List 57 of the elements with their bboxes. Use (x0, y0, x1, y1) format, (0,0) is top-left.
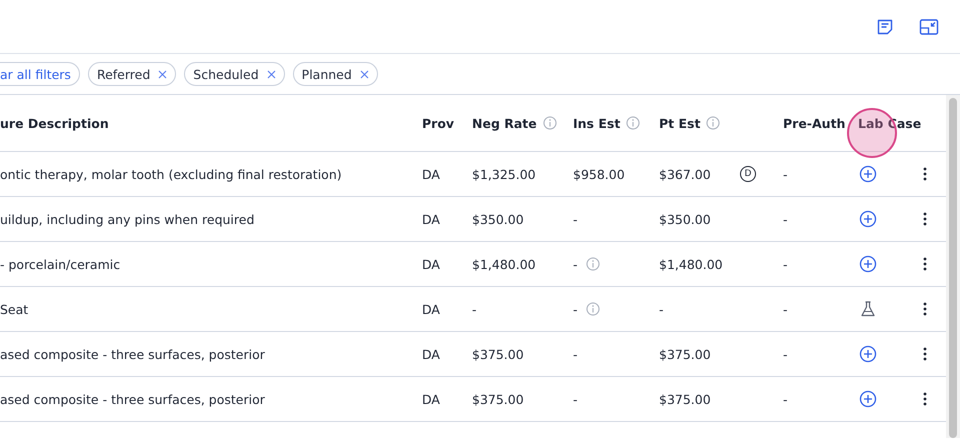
table-cell-text: DA (422, 212, 441, 226)
table-cell-text: DA (422, 346, 441, 362)
filter-chip[interactable]: Referred (88, 62, 176, 86)
table-cell-text: DA (422, 166, 441, 182)
close-icon (158, 70, 168, 78)
table-cell: - (573, 256, 659, 272)
add-icon[interactable] (859, 345, 877, 363)
table-cell-text: ased composite - three surfaces, posterior (0, 346, 266, 362)
column-header: ure Description (0, 116, 110, 130)
table-cell-text: $375.00 (659, 392, 712, 406)
table-cell-text: - (783, 212, 789, 226)
table-cell-text: ontic therapy, molar tooth (excluding final restoration) (0, 166, 343, 182)
table-cell-text: DA (422, 302, 441, 316)
table-cell-text: - (573, 212, 579, 226)
table-cell-text: ased composite - three surfaces, posterior (0, 392, 266, 406)
table-cell: - (573, 302, 659, 316)
table-cell-text: - (472, 302, 478, 316)
add-icon[interactable] (859, 210, 877, 228)
column-header: Ins Est (573, 116, 659, 130)
table-cell-text: $350.00 (659, 212, 712, 226)
clear-filters-button[interactable]: ar all filters (0, 62, 80, 86)
scrollbar[interactable] (946, 95, 960, 438)
table-cell-text: DA (422, 392, 441, 406)
table-cell-text: $1,325.00 (472, 166, 537, 182)
flask-icon[interactable] (859, 300, 877, 318)
filter-chip[interactable]: Planned (292, 62, 378, 86)
table-cell-text: $375.00 (472, 392, 525, 406)
table-cell-text: $375.00 (659, 346, 712, 362)
table-cell-text: - (659, 302, 665, 316)
table-cell-text: - (573, 392, 579, 406)
column-header: Pre-Auth (783, 116, 846, 130)
table-cell-text: - (783, 302, 789, 316)
close-icon (266, 70, 276, 78)
table-cell-text: uildup, including any pins when required (0, 212, 256, 226)
table-cell-text: $1,480.00 (659, 256, 724, 272)
add-icon[interactable] (859, 255, 877, 273)
table-cell-text: $375.00 (472, 346, 525, 362)
table-cell-text: - (783, 256, 789, 272)
table-cell-text: Seat (0, 302, 30, 316)
status-badge: D (740, 166, 756, 182)
column-header: Pt Est (659, 116, 783, 130)
column-header: Neg Rate (472, 116, 573, 130)
close-icon (360, 70, 369, 78)
filter-chip[interactable]: Scheduled (184, 62, 285, 86)
add-icon[interactable] (859, 165, 877, 183)
add-icon[interactable] (859, 390, 877, 408)
table-cell-text: $350.00 (472, 212, 525, 226)
table-cell-text: - (783, 166, 789, 182)
table-cell-text: - (783, 346, 789, 362)
table-cell-text: DA (422, 256, 441, 272)
column-header: Prov (422, 116, 456, 130)
table-cell-text: - (573, 346, 579, 362)
table-cell-text: - (783, 392, 789, 406)
table-cell-text: $367.00 (659, 166, 712, 182)
table-cell-text: - porcelain/ceramic (0, 256, 122, 272)
table-cell-text: $1,480.00 (472, 256, 537, 272)
table-cell-text: $958.00 (573, 166, 626, 182)
